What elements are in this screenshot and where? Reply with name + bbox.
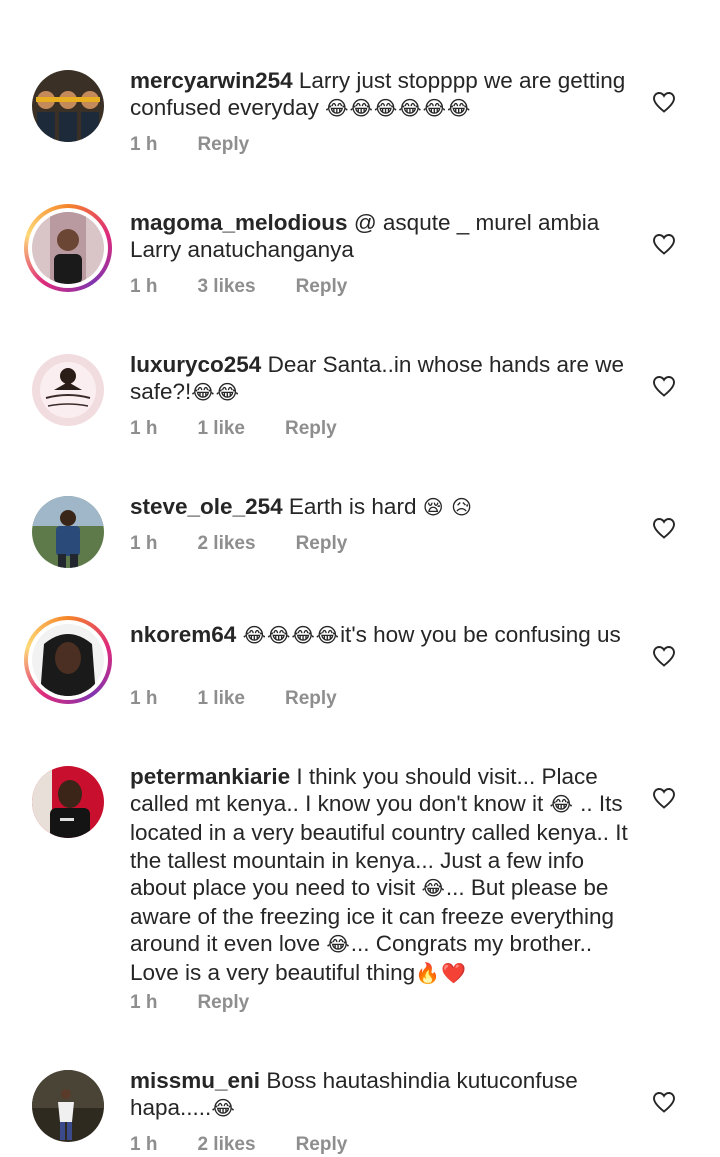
comment-meta: 1 h 2 likes Reply [130,533,347,555]
like-heart-icon[interactable] [652,1091,676,1113]
comment-text: steve_ole_254 Earth is hard 😪 😥 [130,493,630,522]
likes-count[interactable]: 1 like [197,688,245,710]
reply-button[interactable]: Reply [296,1134,348,1156]
comment-time: 1 h [130,134,158,155]
like-heart-icon[interactable] [652,233,676,255]
comment-time: 1 h [130,276,158,297]
avatar[interactable] [32,70,104,142]
emoji: 😂 [549,794,574,817]
like-heart-icon[interactable] [652,375,676,397]
avatar[interactable] [24,204,112,292]
emoji: 😂😂 [191,382,241,405]
likes-count[interactable]: 2 likes [197,1134,255,1156]
emoji: 😪 😥 [422,497,473,519]
likes-count[interactable]: 3 likes [197,276,255,298]
avatar[interactable] [32,766,104,838]
like-heart-icon[interactable] [652,645,676,667]
emoji: 😂 [326,934,351,957]
comment-time: 1 h [130,992,158,1013]
avatar[interactable] [32,354,104,426]
comment-username[interactable]: petermankiarie [130,764,290,789]
comment-text: mercyarwin254 Larry just stopppp we are … [130,67,630,123]
reply-button[interactable]: Reply [285,688,337,710]
avatar[interactable] [32,496,104,568]
comment-username[interactable]: luxuryco254 [130,352,261,377]
comment-username[interactable]: magoma_melodious [130,210,348,235]
comment-text: missmu_eni Boss hautashindia kutuconfuse… [130,1067,630,1123]
avatar[interactable] [24,616,112,704]
reply-button[interactable]: Reply [197,992,249,1014]
comment-username[interactable]: missmu_eni [130,1068,260,1093]
comment-text: luxuryco254 Dear Santa..in whose hands a… [130,351,630,407]
comment-time: 1 h [130,688,158,709]
reply-button[interactable]: Reply [296,533,348,555]
emoji: 😂 [211,1098,236,1121]
emoji: 😂😂😂😂😂😂 [325,98,472,121]
comment-username[interactable]: mercyarwin254 [130,68,293,93]
comment-meta: 1 h 3 likes Reply [130,276,347,298]
like-heart-icon[interactable] [652,517,676,539]
comment-body: Earth is hard [288,494,417,519]
comment-time: 1 h [130,418,158,439]
like-heart-icon[interactable] [652,91,676,113]
reply-button[interactable]: Reply [197,134,249,156]
comment-meta: 1 h Reply [130,992,249,1014]
comment-username[interactable]: nkorem64 [130,622,236,647]
reply-button[interactable]: Reply [285,418,337,440]
emoji: 🔥❤️ [415,963,467,986]
comment-body: it's how you be confusing us [340,622,621,647]
likes-count[interactable]: 2 likes [197,533,255,555]
reply-button[interactable]: Reply [296,276,348,298]
comment-meta: 1 h Reply [130,134,249,156]
comment-time: 1 h [130,1134,158,1155]
comment-username[interactable]: steve_ole_254 [130,494,283,519]
comment-text: nkorem64 😂😂😂😂it's how you be confusing u… [130,621,630,650]
likes-count[interactable]: 1 like [197,418,245,440]
like-heart-icon[interactable] [652,787,676,809]
comment-time: 1 h [130,533,158,554]
comment-text: magoma_melodious @ asqute _ murel ambia … [130,209,630,263]
emoji: 😂 [421,877,446,900]
comment-meta: 1 h 2 likes Reply [130,1134,347,1156]
comment-meta: 1 h 1 like Reply [130,688,337,710]
avatar[interactable] [32,1070,104,1142]
comment-meta: 1 h 1 like Reply [130,418,337,440]
comment-text: petermankiarie I think you should visit.… [130,763,630,989]
emoji: 😂😂😂😂 [242,625,341,647]
